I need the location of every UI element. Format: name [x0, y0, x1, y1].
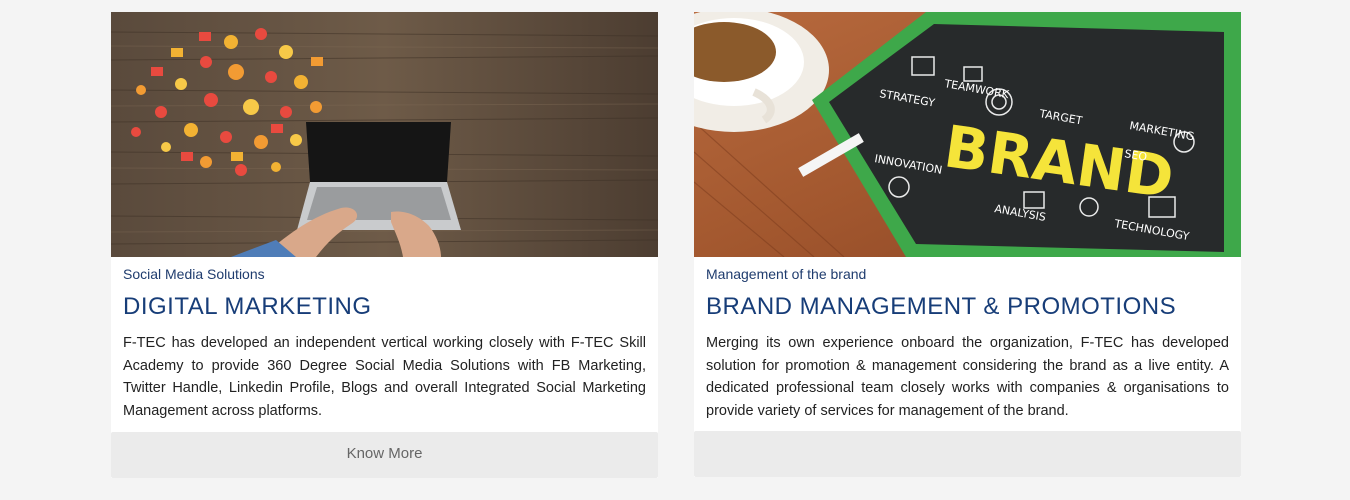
card-description: Merging its own experience onboard the o… — [706, 335, 1229, 419]
card-title: DIGITAL MARKETING — [123, 293, 372, 320]
know-more-button[interactable]: Know More — [111, 432, 658, 478]
brand-chalkboard-image: BRAND STRATEGY TARGET MARKETING INNOVATI… — [694, 12, 1241, 257]
card-kicker: Social Media Solutions — [123, 266, 265, 282]
service-card-digital-marketing: Social Media Solutions DIGITAL MARKETING… — [111, 12, 658, 478]
service-card-brand-management: BRAND STRATEGY TARGET MARKETING INNOVATI… — [694, 12, 1241, 477]
card-title: BRAND MANAGEMENT & PROMOTIONS — [706, 293, 1177, 320]
social-media-laptop-image — [111, 12, 658, 257]
know-more-button[interactable] — [694, 431, 1241, 477]
card-description: F-TEC has developed an independent verti… — [123, 335, 646, 419]
card-kicker: Management of the brand — [706, 266, 867, 282]
